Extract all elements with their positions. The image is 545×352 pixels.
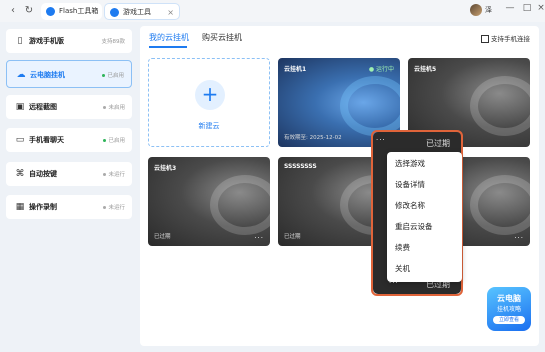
- sidebar-item-auto-key[interactable]: ⌘ 自动按键 未运行: [6, 162, 132, 186]
- sidebar-item-screenshot[interactable]: ▣ 远程截图 未启用: [6, 95, 132, 119]
- flash-icon: [46, 7, 55, 16]
- cloud-card-art: [210, 175, 270, 235]
- cloud-card-name: 云挂机1: [284, 66, 307, 73]
- tab-game-tool[interactable]: 游戏工具 ×: [104, 3, 180, 20]
- phone-chat-icon: ▭: [15, 135, 25, 145]
- tab-flash[interactable]: Flash工具箱: [41, 3, 102, 20]
- screenshot-icon: ▣: [15, 102, 25, 112]
- tab-label: 游戏工具: [123, 8, 151, 16]
- active-tab-indicator: [149, 46, 187, 48]
- badge-title: 云电脑: [497, 294, 521, 303]
- sidebar-item-status: 支持89款: [101, 39, 126, 45]
- sidebar-item-phone-chat[interactable]: ▭ 手机看聊天 已启用: [6, 128, 132, 152]
- more-icon[interactable]: ···: [514, 234, 524, 242]
- tab-my-cloud[interactable]: 我的云挂机: [149, 32, 189, 43]
- cloud-card-art: [470, 76, 530, 136]
- tab-buy-cloud[interactable]: 购买云挂机: [202, 32, 242, 43]
- sidebar-item-label: 自动按键: [29, 170, 57, 178]
- menu-item-shutdown[interactable]: 关机: [395, 263, 410, 274]
- cloud-card-expiry: 已过期: [284, 234, 301, 240]
- running-badge: ● 运行中: [368, 66, 394, 73]
- cloud-card-art: [470, 175, 530, 235]
- card-context-menu: 选择游戏 设备详情 修改名称 重启云设备 续费 关机: [387, 152, 462, 282]
- more-icon[interactable]: ···: [254, 234, 264, 242]
- refresh-icon[interactable]: ↻: [22, 4, 36, 18]
- record-icon: ▦: [15, 202, 25, 212]
- cloud-card[interactable]: 云挂机3 已过期 ···: [148, 157, 270, 246]
- badge-button[interactable]: 立即查看: [493, 316, 525, 324]
- cloud-guide-badge[interactable]: 云电脑 挂机攻略 立即查看: [487, 287, 531, 331]
- new-cloud-card[interactable]: + 新建云: [148, 58, 270, 147]
- menu-item-select-game[interactable]: 选择游戏: [395, 158, 425, 169]
- plus-icon: +: [195, 80, 225, 110]
- sidebar-item-status: 未运行: [103, 170, 125, 178]
- menu-item-restart[interactable]: 重启云设备: [395, 221, 433, 232]
- title-bar: ‹ ↻ Flash工具箱 游戏工具 × 泽 — □ ×: [0, 0, 545, 22]
- phone-link-button[interactable]: 支持手机连接: [481, 33, 530, 43]
- qr-icon: [481, 35, 489, 43]
- menu-item-device-details[interactable]: 设备详情: [395, 179, 425, 190]
- sidebar-item-record[interactable]: ▦ 操作录制 未运行: [6, 195, 132, 219]
- sidebar-item-status: 未运行: [103, 203, 125, 211]
- close-tab-icon[interactable]: ×: [167, 4, 174, 21]
- cloud-card-art: [340, 76, 400, 136]
- sidebar-item-label: 游戏手机版: [29, 37, 64, 45]
- game-phone-icon: ▯: [17, 36, 23, 46]
- menu-item-rename[interactable]: 修改名称: [395, 200, 425, 211]
- minimize-icon[interactable]: —: [503, 3, 517, 13]
- cloud-card-name: 云挂机3: [154, 165, 177, 172]
- menu-item-renew[interactable]: 续费: [395, 242, 410, 253]
- sidebar-item-label: 手机看聊天: [29, 136, 64, 144]
- sidebar-item-status: 未启用: [103, 103, 125, 111]
- sidebar-item-label: 远程截图: [29, 103, 57, 111]
- auto-key-icon: ⌘: [15, 169, 25, 179]
- sidebar-item-label: 云电脑挂机: [30, 71, 65, 79]
- user-name: 泽: [485, 6, 492, 14]
- close-icon[interactable]: ×: [534, 3, 545, 13]
- sidebar-item-game-phone[interactable]: ▯ 游戏手机版 支持89款: [6, 29, 132, 53]
- cloud-card-expiry: 有效期至: 2025-12-02: [284, 135, 342, 141]
- cloud-card-name: 云挂机5: [414, 66, 437, 73]
- game-tool-icon: [110, 8, 119, 17]
- tab-label: Flash工具箱: [59, 7, 99, 15]
- maximize-icon[interactable]: □: [520, 3, 534, 13]
- sidebar-item-cloud-pc[interactable]: ☁ 云电脑挂机 已启用: [6, 60, 132, 88]
- cloud-pc-icon: ☁: [16, 70, 26, 80]
- sidebar-item-status: 已启用: [102, 71, 124, 79]
- sidebar-item-status: 已启用: [103, 136, 125, 144]
- cloud-card-expiry: 已过期: [154, 234, 171, 240]
- new-cloud-label: 新建云: [198, 122, 220, 130]
- back-icon[interactable]: ‹: [6, 4, 20, 18]
- cloud-card-name: SSSSSSSS: [284, 163, 317, 170]
- avatar[interactable]: [470, 4, 482, 16]
- badge-subtitle: 挂机攻略: [496, 306, 521, 313]
- sidebar-item-label: 操作录制: [29, 203, 57, 211]
